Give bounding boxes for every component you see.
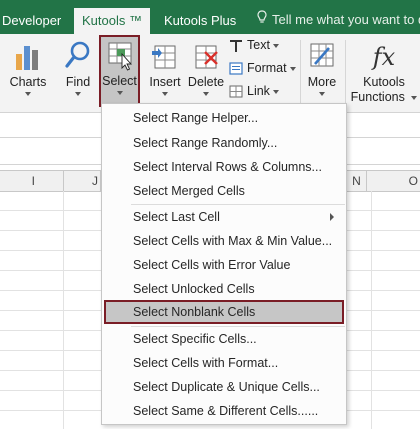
link-label: Link — [247, 84, 270, 98]
menu-item-label: Select Last Cell — [133, 210, 220, 224]
menu-item-select-range-randomly[interactable]: Select Range Randomly... — [104, 131, 344, 155]
select-label: Select — [102, 74, 137, 88]
chevron-down-icon — [75, 92, 81, 96]
chevron-down-icon — [25, 92, 31, 96]
ribbon-separator — [345, 40, 346, 106]
charts-button[interactable]: Charts — [6, 38, 50, 106]
text-label: Text — [247, 38, 270, 52]
format-icon — [229, 62, 243, 75]
select-button[interactable]: Select — [99, 35, 140, 107]
bar-chart-icon — [16, 46, 38, 70]
ribbon-tab-bar: Developer Kutools ™ Kutools Plus Tell me… — [0, 0, 420, 34]
menu-item-select-unlocked-cells[interactable]: Select Unlocked Cells — [104, 277, 344, 301]
column-header-i[interactable]: I — [0, 171, 64, 191]
kutools-functions-button[interactable]: fx Kutools Functions — [350, 38, 418, 106]
menu-item-select-same-different[interactable]: Select Same & Different Cells...... — [104, 399, 344, 423]
column-header-j[interactable]: J — [64, 171, 101, 191]
kutools-functions-label-1: Kutools — [363, 75, 405, 89]
delete-label: Delete — [187, 75, 225, 89]
chevron-down-icon — [162, 92, 168, 96]
column-header-n[interactable]: N — [347, 171, 367, 191]
menu-item-select-last-cell[interactable]: Select Last Cell — [104, 205, 344, 229]
delete-button[interactable]: Delete — [186, 38, 226, 106]
chevron-down-icon — [319, 92, 325, 96]
menu-item-select-interval-rows-columns[interactable]: Select Interval Rows & Columns... — [104, 155, 344, 179]
fx-icon: fx — [372, 43, 396, 71]
insert-button[interactable]: Insert — [145, 38, 185, 106]
text-button[interactable]: Text — [229, 38, 279, 58]
chevron-down-icon — [116, 91, 123, 95]
tell-me-text: Tell me what you want to d — [272, 12, 420, 27]
menu-item-select-cells-max-min[interactable]: Select Cells with Max & Min Value... — [104, 229, 344, 253]
menu-item-select-duplicate-unique[interactable]: Select Duplicate & Unique Cells... — [104, 375, 344, 399]
tab-kutools[interactable]: Kutools ™ — [74, 8, 150, 34]
lightbulb-icon — [257, 10, 267, 27]
menu-item-select-cells-error-value[interactable]: Select Cells with Error Value — [104, 253, 344, 277]
link-icon — [229, 85, 243, 98]
kutools-functions-label-row: Functions — [350, 90, 418, 104]
find-label: Find — [65, 75, 91, 89]
tab-kutools-plus[interactable]: Kutools Plus — [164, 10, 236, 34]
more-grid-icon — [310, 43, 334, 67]
link-button[interactable]: Link — [229, 84, 279, 104]
chevron-down-icon — [272, 89, 279, 94]
tab-developer[interactable]: Developer — [2, 10, 61, 34]
more-label: More — [307, 75, 337, 89]
chevron-down-icon — [203, 92, 209, 96]
format-label: Format — [247, 61, 287, 75]
menu-item-select-cells-with-format[interactable]: Select Cells with Format... — [104, 351, 344, 375]
text-T-icon — [230, 40, 242, 53]
ribbon: Charts Find Select Insert Delete Text Fo… — [0, 34, 420, 113]
more-button[interactable]: More — [302, 38, 342, 106]
format-button[interactable]: Format — [229, 61, 296, 81]
chevron-down-icon — [411, 95, 418, 100]
ribbon-separator — [300, 40, 301, 106]
chevron-down-icon — [289, 66, 296, 71]
menu-item-select-nonblank-cells[interactable]: Select Nonblank Cells — [104, 300, 344, 324]
select-cursor-icon — [108, 42, 132, 71]
magnifier-icon — [65, 41, 90, 68]
column-header-o[interactable]: O — [372, 171, 420, 191]
menu-item-select-range-helper[interactable]: Select Range Helper... — [104, 106, 344, 130]
chevron-right-icon — [330, 213, 334, 221]
insert-table-icon — [152, 45, 176, 69]
chevron-down-icon — [272, 43, 279, 48]
delete-table-icon — [195, 45, 218, 69]
tell-me-search[interactable]: Tell me what you want to d — [257, 10, 420, 27]
kutools-functions-label-2: Functions — [350, 90, 405, 104]
menu-item-select-merged-cells[interactable]: Select Merged Cells — [104, 179, 344, 203]
insert-label: Insert — [149, 75, 181, 89]
charts-label: Charts — [9, 75, 47, 89]
menu-item-select-specific-cells[interactable]: Select Specific Cells... — [104, 327, 344, 351]
select-dropdown-menu: Select Range Helper... Select Range Rand… — [101, 103, 347, 425]
find-button[interactable]: Find — [58, 38, 98, 106]
